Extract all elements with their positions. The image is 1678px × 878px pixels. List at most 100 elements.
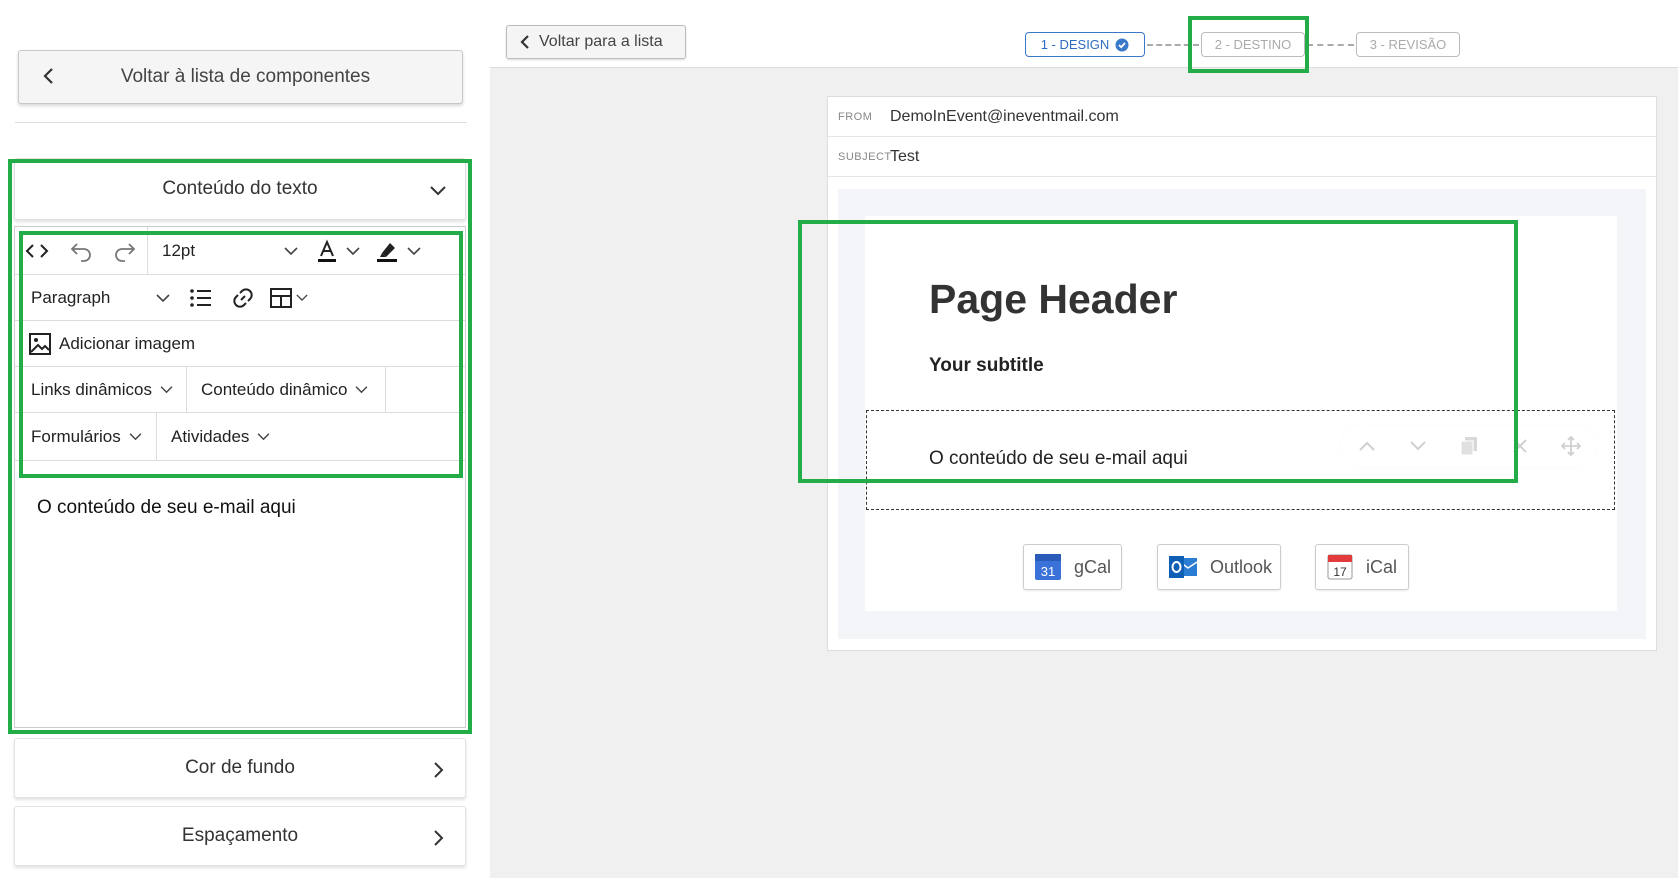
left-panel: Voltar à lista de componentes Conteúdo d…: [0, 0, 490, 878]
chevron-down-icon: [284, 246, 298, 255]
chevron-right-icon: [434, 762, 444, 778]
font-size-value: 12pt: [162, 240, 196, 260]
email-preview: FROM DemoInEvent@ineventmail.com SUBJECT…: [827, 96, 1657, 651]
back-to-list-button[interactable]: Voltar para a lista: [506, 25, 686, 59]
outlook-label: Outlook: [1210, 556, 1273, 577]
step-destination-label: 2 - DESTINO: [1214, 37, 1292, 52]
dynamic-content-menu[interactable]: Conteúdo dinâmico: [187, 367, 385, 413]
gcal-day: 31: [1041, 564, 1055, 579]
background-color-section-title: Cor de fundo: [185, 757, 295, 778]
drag-move-icon[interactable]: [1560, 435, 1582, 457]
forms-menu[interactable]: Formulários: [15, 413, 156, 461]
text-content-section-title: Conteúdo do texto: [162, 178, 318, 199]
chevron-down-icon: [430, 186, 446, 196]
toolbar-separator: [385, 367, 386, 412]
subject-row: SUBJECT Test: [828, 137, 1656, 177]
font-size-select[interactable]: 12pt: [148, 227, 308, 275]
page-header[interactable]: Page Header: [929, 276, 1177, 323]
back-to-list-label: Voltar para a lista: [539, 33, 663, 50]
from-row: FROM DemoInEvent@ineventmail.com: [828, 97, 1656, 137]
toolbar-row-2: Paragraph: [15, 275, 465, 321]
chevron-down-icon: [156, 293, 170, 302]
content-text[interactable]: O conteúdo de seu e-mail aqui: [929, 448, 1188, 470]
block-tools: [1341, 425, 1597, 467]
highlighter-icon: [377, 242, 397, 262]
chevron-down-icon: [356, 386, 368, 394]
chevron-left-icon: [43, 68, 53, 84]
step-design-label: 1 - DESIGN: [1040, 37, 1110, 52]
content-block[interactable]: O conteúdo de seu e-mail aqui: [866, 410, 1615, 510]
dynamic-content-label: Conteúdo dinâmico: [201, 379, 348, 399]
code-icon: [25, 243, 49, 258]
editor-body-text[interactable]: O conteúdo de seu e-mail aqui: [37, 497, 296, 519]
text-color-icon: [318, 238, 336, 262]
outlook-icon: [1169, 556, 1198, 578]
link-icon: [233, 287, 253, 308]
forms-label: Formulários: [31, 426, 121, 446]
chevron-down-icon: [346, 246, 360, 255]
activities-label: Atividades: [171, 426, 250, 446]
insert-table-button[interactable]: [264, 275, 314, 321]
dynamic-links-label: Links dinâmicos: [31, 379, 152, 399]
chevron-down-icon: [296, 294, 308, 302]
chevron-down-icon: [407, 246, 421, 255]
insert-link-button[interactable]: [222, 275, 264, 321]
move-down-icon[interactable]: [1407, 435, 1429, 457]
step-review[interactable]: 3 - REVISÃO: [1356, 32, 1460, 57]
step-destination[interactable]: 2 - DESTINO: [1201, 32, 1305, 57]
ical-label: iCal: [1366, 556, 1398, 577]
chevron-down-icon: [258, 433, 270, 441]
block-format-select[interactable]: Paragraph: [15, 275, 180, 321]
redo-button[interactable]: [103, 227, 147, 275]
from-key: FROM: [838, 110, 873, 123]
check-circle-icon: [1115, 38, 1129, 51]
top-bar: Voltar para a lista 1 - DESIGN 2 - DESTI…: [490, 0, 1678, 73]
move-up-icon[interactable]: [1356, 435, 1378, 457]
undo-button[interactable]: [59, 227, 103, 275]
rich-text-editor: 12pt Paragraph Adicionar imagem Links di…: [14, 226, 466, 728]
outlook-button[interactable]: Outlook: [1157, 544, 1281, 590]
duplicate-icon[interactable]: [1458, 435, 1480, 457]
spacing-section-header[interactable]: Espaçamento: [14, 806, 466, 866]
subject-key: SUBJECT: [838, 150, 892, 163]
gcal-button[interactable]: 31 gCal: [1023, 544, 1122, 590]
image-icon: [29, 332, 51, 355]
text-content-section-header[interactable]: Conteúdo do texto: [14, 158, 466, 220]
chevron-down-icon: [160, 386, 173, 394]
toolbar-row-1: 12pt: [15, 227, 465, 275]
preview-area: Voltar para a lista 1 - DESIGN 2 - DESTI…: [490, 0, 1678, 878]
email-canvas: Page Header Your subtitle O conteúdo de …: [838, 189, 1646, 639]
activities-menu[interactable]: Atividades: [157, 413, 270, 461]
undo-icon: [70, 242, 91, 262]
back-to-components-button[interactable]: Voltar à lista de componentes: [18, 50, 463, 104]
step-review-label: 3 - REVISÃO: [1369, 37, 1447, 52]
toolbar-row-3: Adicionar imagem: [15, 321, 465, 367]
subtitle[interactable]: Your subtitle: [929, 355, 1044, 377]
add-image-label: Adicionar imagem: [59, 333, 196, 353]
ical-day: 17: [1333, 565, 1347, 579]
bullet-list-button[interactable]: [180, 275, 222, 321]
delete-icon[interactable]: [1509, 435, 1531, 457]
list-icon: [190, 288, 211, 307]
redo-icon: [115, 242, 136, 262]
chevron-right-icon: [434, 830, 444, 846]
dynamic-links-menu[interactable]: Links dinâmicos: [15, 367, 186, 413]
back-to-components-label: Voltar à lista de componentes: [120, 66, 371, 87]
toolbar-row-4: Links dinâmicos Conteúdo dinâmico: [15, 367, 465, 413]
divider: [15, 122, 467, 123]
ical-icon: 17: [1327, 554, 1353, 580]
subject-value: Test: [890, 147, 920, 165]
ical-button[interactable]: 17 iCal: [1315, 544, 1409, 590]
add-image-button[interactable]: Adicionar imagem: [15, 321, 195, 367]
gcal-label: gCal: [1074, 556, 1112, 577]
step-design[interactable]: 1 - DESIGN: [1025, 32, 1145, 57]
block-format-value: Paragraph: [31, 287, 111, 307]
text-color-button[interactable]: [308, 227, 368, 275]
background-color-section-header[interactable]: Cor de fundo: [14, 738, 466, 798]
highlight-color-button[interactable]: [368, 227, 428, 275]
toolbar-row-5: Formulários Atividades: [15, 413, 465, 461]
spacing-section-title: Espaçamento: [181, 825, 299, 846]
source-code-button[interactable]: [15, 227, 59, 275]
chevron-left-icon: [520, 35, 529, 49]
from-value: DemoInEvent@ineventmail.com: [890, 107, 1119, 125]
